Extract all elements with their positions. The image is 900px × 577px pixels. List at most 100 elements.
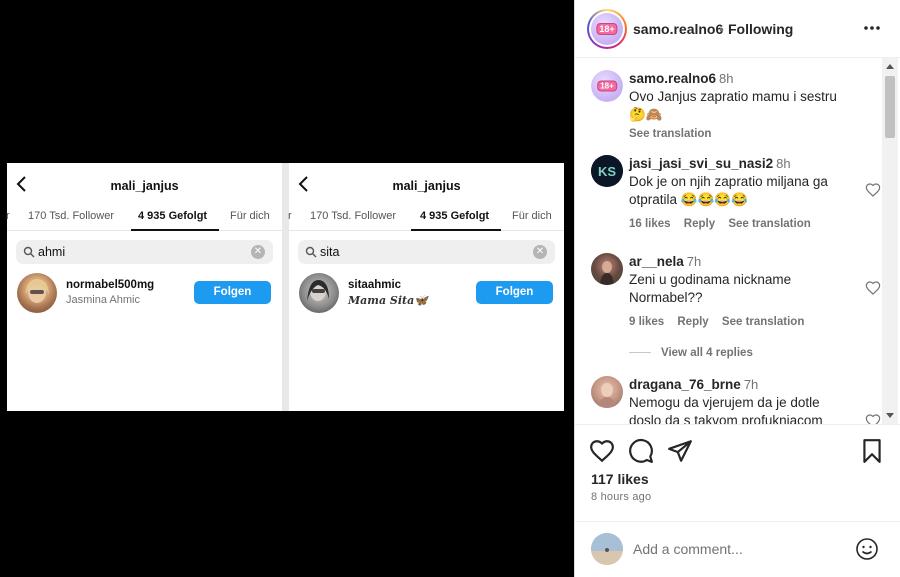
comment-body: dragana_76_brne 7h Nemogu da vjerujem da … — [629, 376, 853, 424]
instagram-post-view: mali_janjus r 170 Tsd. Follower 4 935 Ge… — [0, 0, 900, 577]
reply-link[interactable]: Reply — [684, 218, 715, 230]
commenter-avatar[interactable] — [591, 376, 623, 408]
following-button[interactable]: Following — [728, 21, 793, 37]
more-options-icon[interactable] — [863, 18, 881, 38]
post-side-panel: 18+ samo.realno6 • Following 18+ samo.re… — [574, 0, 900, 577]
commenter-username[interactable]: ar__nela — [629, 254, 684, 269]
search-icon — [23, 246, 35, 258]
screenshot-search-field: ahmi ✕ — [16, 240, 273, 264]
see-translation-link[interactable]: See translation — [728, 218, 810, 230]
replies-line — [629, 352, 651, 354]
screenshot-header: mali_janjus — [289, 163, 564, 207]
comment-meta: 16 likes Reply See translation — [629, 215, 853, 233]
comment-time: 7h — [686, 254, 702, 269]
tab-following: 4 935 Gefolgt — [420, 210, 490, 222]
commenter-avatar[interactable] — [591, 253, 623, 285]
comments-scrollbar[interactable] — [882, 58, 898, 424]
screenshot-search-field: sita ✕ — [298, 240, 555, 264]
tab-cut: r — [288, 210, 292, 222]
tab-underline — [411, 229, 501, 231]
scroll-thumb[interactable] — [885, 76, 895, 138]
tab-underline — [131, 229, 219, 231]
commenter-avatar[interactable]: KS — [591, 155, 623, 187]
result-avatar — [299, 273, 339, 313]
add-comment-bar: Add a comment... — [575, 521, 900, 577]
tab-cut: r — [6, 210, 10, 222]
screenshot-right: mali_janjus r 170 Tsd. Follower 4 935 Ge… — [288, 163, 564, 411]
post-media[interactable]: mali_janjus r 170 Tsd. Follower 4 935 Ge… — [0, 0, 574, 577]
follow-button: Folgen — [194, 281, 271, 304]
search-result: sitaahmic 𝑴𝒂𝒎𝒂 𝑺𝒊𝒕𝒂🦋 Folgen — [299, 273, 554, 315]
comment-text: Dok je on njih zapratio miljana ga otpra… — [629, 174, 828, 207]
tab-followers: 170 Tsd. Follower — [310, 210, 397, 222]
result-avatar — [17, 273, 57, 313]
tab-following: 4 935 Gefolgt — [138, 210, 208, 222]
screenshot-divider — [282, 163, 289, 411]
comment-time: 7h — [743, 377, 759, 392]
comment-time: 8h — [719, 71, 734, 86]
view-replies-button[interactable]: View all 4 replies — [629, 347, 753, 359]
comment-text: Nemogu da vjerujem da je dotle doslo da … — [629, 395, 823, 424]
post-header: 18+ samo.realno6 • Following — [575, 0, 900, 58]
tab-for-you: Für dich — [230, 210, 270, 222]
avatar-badge: 18+ — [597, 80, 617, 92]
scroll-down-icon[interactable] — [886, 413, 894, 418]
heart-icon[interactable] — [865, 413, 881, 424]
commenter-username[interactable]: dragana_76_brne — [629, 377, 741, 392]
commenter-username[interactable]: jasi_jasi_svi_su_nasi2 — [629, 156, 773, 171]
author-avatar[interactable]: 18+ — [587, 9, 627, 49]
comment-likes[interactable]: 9 likes — [629, 316, 664, 328]
heart-icon[interactable] — [865, 182, 881, 198]
comment-icon[interactable] — [628, 438, 654, 464]
search-text: ahmi — [38, 245, 66, 259]
comment-meta: See translation — [629, 125, 853, 143]
header-separator: • — [719, 21, 724, 37]
screenshot-title: mali_janjus — [110, 179, 179, 193]
screenshot-header: mali_janjus — [7, 163, 282, 207]
tab-for-you: Für dich — [512, 210, 552, 222]
author-username[interactable]: samo.realno6 — [633, 21, 723, 37]
post-actions: 117 likes 8 hours ago — [575, 424, 900, 534]
comment-text: Zeni u godinama nickname Normabel?? — [629, 272, 792, 305]
comment-body: ar__nela 7h Zeni u godinama nickname Norm… — [629, 253, 853, 331]
comments-list: 18+ samo.realno6 8h Ovo Janjus zapratio m… — [575, 58, 885, 424]
comment-text: Ovo Janjus zapratio mamu i sestru🤔🙈 — [629, 89, 837, 122]
scroll-up-icon[interactable] — [886, 64, 894, 69]
result-username: normabel500mg — [66, 279, 155, 291]
result-username: sitaahmic — [348, 279, 402, 291]
bookmark-icon[interactable] — [859, 438, 885, 464]
search-icon — [305, 246, 317, 258]
comment-likes[interactable]: 16 likes — [629, 218, 671, 230]
comment-body: samo.realno6 8h Ovo Janjus zapratio mamu … — [629, 70, 853, 143]
commenter-username[interactable]: samo.realno6 — [629, 71, 716, 86]
see-translation-link[interactable]: See translation — [722, 316, 804, 328]
current-user-avatar — [591, 533, 623, 565]
reply-link[interactable]: Reply — [677, 316, 708, 328]
add-comment-input[interactable]: Add a comment... — [633, 541, 743, 557]
tab-followers: 170 Tsd. Follower — [28, 210, 115, 222]
emoji-icon[interactable] — [855, 537, 879, 561]
post-timestamp: 8 hours ago — [591, 491, 652, 503]
svg-text:KS: KS — [598, 164, 616, 179]
heart-icon[interactable] — [865, 280, 881, 296]
screenshot-title: mali_janjus — [392, 179, 461, 193]
screenshot-left: mali_janjus r 170 Tsd. Follower 4 935 Ge… — [6, 163, 282, 411]
comment-body: jasi_jasi_svi_su_nasi2 8h Dok je on njih … — [629, 155, 853, 233]
view-replies-label: View all 4 replies — [661, 347, 753, 359]
search-result: normabel500mg Jasmina Ahmic Folgen — [17, 273, 272, 315]
result-fullname: Jasmina Ahmic — [66, 294, 140, 306]
result-fullname: 𝑴𝒂𝒎𝒂 𝑺𝒊𝒕𝒂🦋 — [348, 294, 428, 307]
clear-icon: ✕ — [533, 245, 547, 259]
commenter-avatar[interactable]: 18+ — [591, 70, 623, 102]
clear-icon: ✕ — [251, 245, 265, 259]
likes-count[interactable]: 117 likes — [591, 471, 649, 487]
share-icon[interactable] — [667, 438, 693, 464]
heart-icon[interactable] — [589, 438, 615, 464]
avatar-badge: 18+ — [596, 23, 618, 35]
follow-button: Folgen — [476, 281, 553, 304]
screenshot-tabs: r 170 Tsd. Follower 4 935 Gefolgt Für di… — [288, 207, 564, 231]
see-translation-link[interactable]: See translation — [629, 128, 711, 140]
search-text: sita — [320, 245, 340, 259]
comment-time: 8h — [776, 156, 791, 171]
screenshot-tabs: r 170 Tsd. Follower 4 935 Gefolgt Für di… — [6, 207, 282, 231]
